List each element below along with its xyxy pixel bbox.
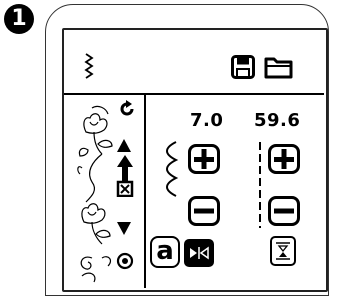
stitch-width-icon bbox=[166, 141, 179, 197]
stitch-length-minus-button[interactable] bbox=[268, 196, 300, 226]
scroll-up-button[interactable] bbox=[116, 138, 132, 154]
stitch-width-value: 7.0 bbox=[190, 110, 224, 131]
center-button[interactable] bbox=[116, 252, 134, 270]
pattern-preview[interactable] bbox=[72, 98, 122, 288]
stitch-width-minus-button[interactable] bbox=[188, 196, 220, 226]
stitch-length-value: 59.6 bbox=[254, 110, 301, 131]
panel-divider bbox=[144, 94, 146, 288]
arrow-up-icon bbox=[117, 139, 131, 152]
needle-position-icon bbox=[276, 242, 290, 260]
plus-icon bbox=[274, 149, 294, 169]
target-circle-icon bbox=[116, 252, 134, 270]
open-folder-button[interactable] bbox=[264, 55, 294, 79]
step-number-badge: 1 bbox=[4, 4, 34, 34]
plus-icon bbox=[194, 149, 214, 169]
move-up-arrow-icon bbox=[116, 155, 134, 198]
text-mode-label: a bbox=[156, 236, 174, 266]
stitch-length-icon bbox=[259, 142, 261, 228]
stitch-length-plus-button[interactable] bbox=[268, 144, 300, 174]
move-up-button[interactable] bbox=[116, 155, 134, 198]
minus-icon bbox=[274, 208, 294, 214]
save-button[interactable] bbox=[231, 55, 255, 79]
rotate-button[interactable] bbox=[118, 100, 136, 118]
needle-position-button[interactable] bbox=[270, 236, 296, 266]
arrow-down-icon bbox=[117, 222, 131, 235]
rotate-icon bbox=[120, 100, 134, 116]
mirror-button[interactable] bbox=[184, 239, 214, 267]
folder-icon bbox=[264, 57, 293, 79]
mirror-icon bbox=[190, 246, 209, 260]
text-mode-button[interactable]: a bbox=[150, 236, 180, 268]
minus-icon bbox=[194, 208, 214, 214]
header-divider bbox=[64, 93, 324, 95]
floppy-disk-icon bbox=[231, 55, 255, 79]
zigzag-stitch-icon bbox=[84, 53, 94, 79]
stitch-width-plus-button[interactable] bbox=[188, 144, 220, 174]
scroll-down-button[interactable] bbox=[116, 220, 132, 236]
